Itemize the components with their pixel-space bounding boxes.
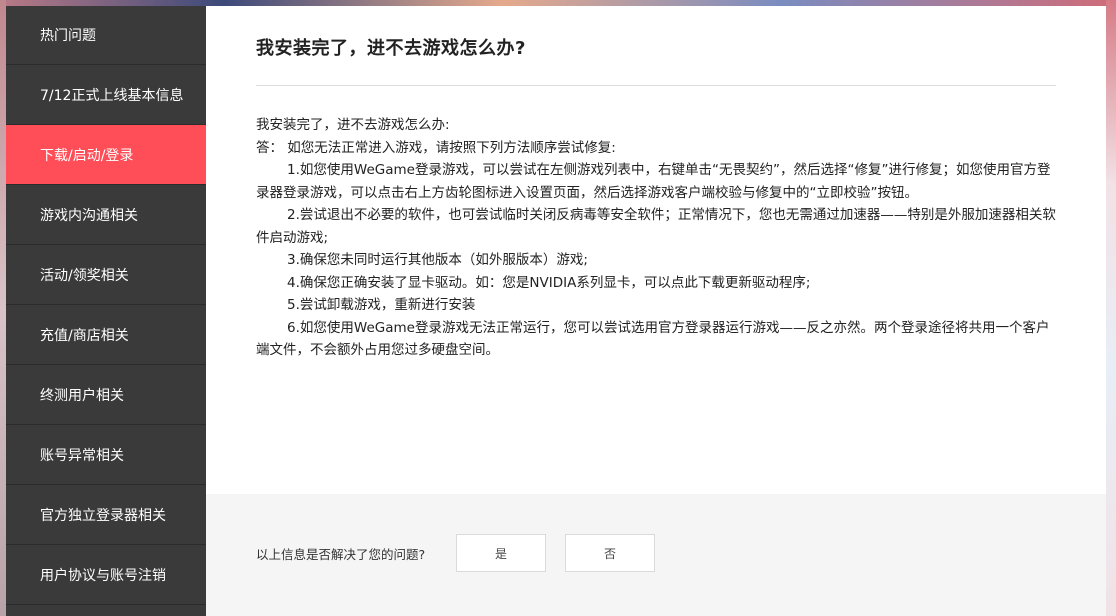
sidebar-item-hot-questions[interactable]: 热门问题 [6,6,206,65]
sidebar-item-label: 7/12正式上线基本信息 [40,87,184,104]
article-answer-intro: 答： 如您无法正常进入游戏，请按照下列方法顺序尝试修复: [256,139,616,156]
sidebar-item-events-rewards[interactable]: 活动/领奖相关 [6,245,206,305]
article-step: 2.尝试退出不必要的软件，也可尝试临时关闭反病毒等安全软件；正常情况下，您也无需… [256,207,1056,246]
feedback-bar: 以上信息是否解决了您的问题? 是 否 [206,494,1106,616]
article-question: 我安装完了，进不去游戏怎么办: [256,117,450,133]
article-step: 5.尝试卸载游戏，重新进行安装 [287,297,476,313]
sidebar-item-ingame-communication[interactable]: 游戏内沟通相关 [6,185,206,245]
sidebar-item-label: 下载/启动/登录 [40,147,134,164]
article-panel: 我安装完了，进不去游戏怎么办? 我安装完了，进不去游戏怎么办: 答： 如您无法正… [206,6,1106,494]
feedback-no-button[interactable]: 否 [565,534,655,572]
sidebar-item-launch-info[interactable]: 7/12正式上线基本信息 [6,65,206,125]
sidebar-item-account-issues[interactable]: 账号异常相关 [6,425,206,485]
sidebar-item-agreement-deletion[interactable]: 用户协议与账号注销 [6,545,206,605]
sidebar-item-download-launch-login[interactable]: 下载/启动/登录 [6,125,206,185]
sidebar-item-label: 用户协议与账号注销 [40,567,166,584]
category-sidebar: 热门问题 7/12正式上线基本信息 下载/启动/登录 游戏内沟通相关 活动/领奖… [6,6,206,616]
article-body: 我安装完了，进不去游戏怎么办: 答： 如您无法正常进入游戏，请按照下列方法顺序尝… [256,114,1056,362]
article-step: 1.如您使用WeGame登录游戏，可以尝试在左侧游戏列表中，右键单击“无畏契约”… [256,162,1051,201]
sidebar-item-final-test-users[interactable]: 终测用户相关 [6,365,206,425]
feedback-yes-button[interactable]: 是 [456,534,546,572]
feedback-question: 以上信息是否解决了您的问题? [256,547,426,562]
sidebar-item-recharge-store[interactable]: 充值/商店相关 [6,305,206,365]
sidebar-item-label: 官方独立登录器相关 [40,507,166,524]
article-step: 4.确保您正确安装了显卡驱动。如：您是NVIDIA系列显卡，可以点此下载更新驱动… [287,274,811,291]
sidebar-item-label: 充值/商店相关 [40,327,129,344]
sidebar-item-label: 热门问题 [40,28,96,44]
title-divider [256,85,1056,86]
background-art-right [1106,0,1116,616]
article-step: 6.如您使用WeGame登录游戏无法正常运行，您可以尝试选用官方登录器运行游戏—… [256,319,1050,359]
sidebar-item-official-launcher[interactable]: 官方独立登录器相关 [6,485,206,545]
article-step: 3.确保您未同时运行其他版本（如外服版本）游戏; [287,252,588,268]
sidebar-item-label: 活动/领奖相关 [40,267,129,284]
page-title: 我安装完了，进不去游戏怎么办? [256,38,526,59]
sidebar-item-label: 游戏内沟通相关 [40,207,138,224]
sidebar-item-label: 账号异常相关 [40,447,124,464]
sidebar-item-label: 终测用户相关 [40,387,124,404]
